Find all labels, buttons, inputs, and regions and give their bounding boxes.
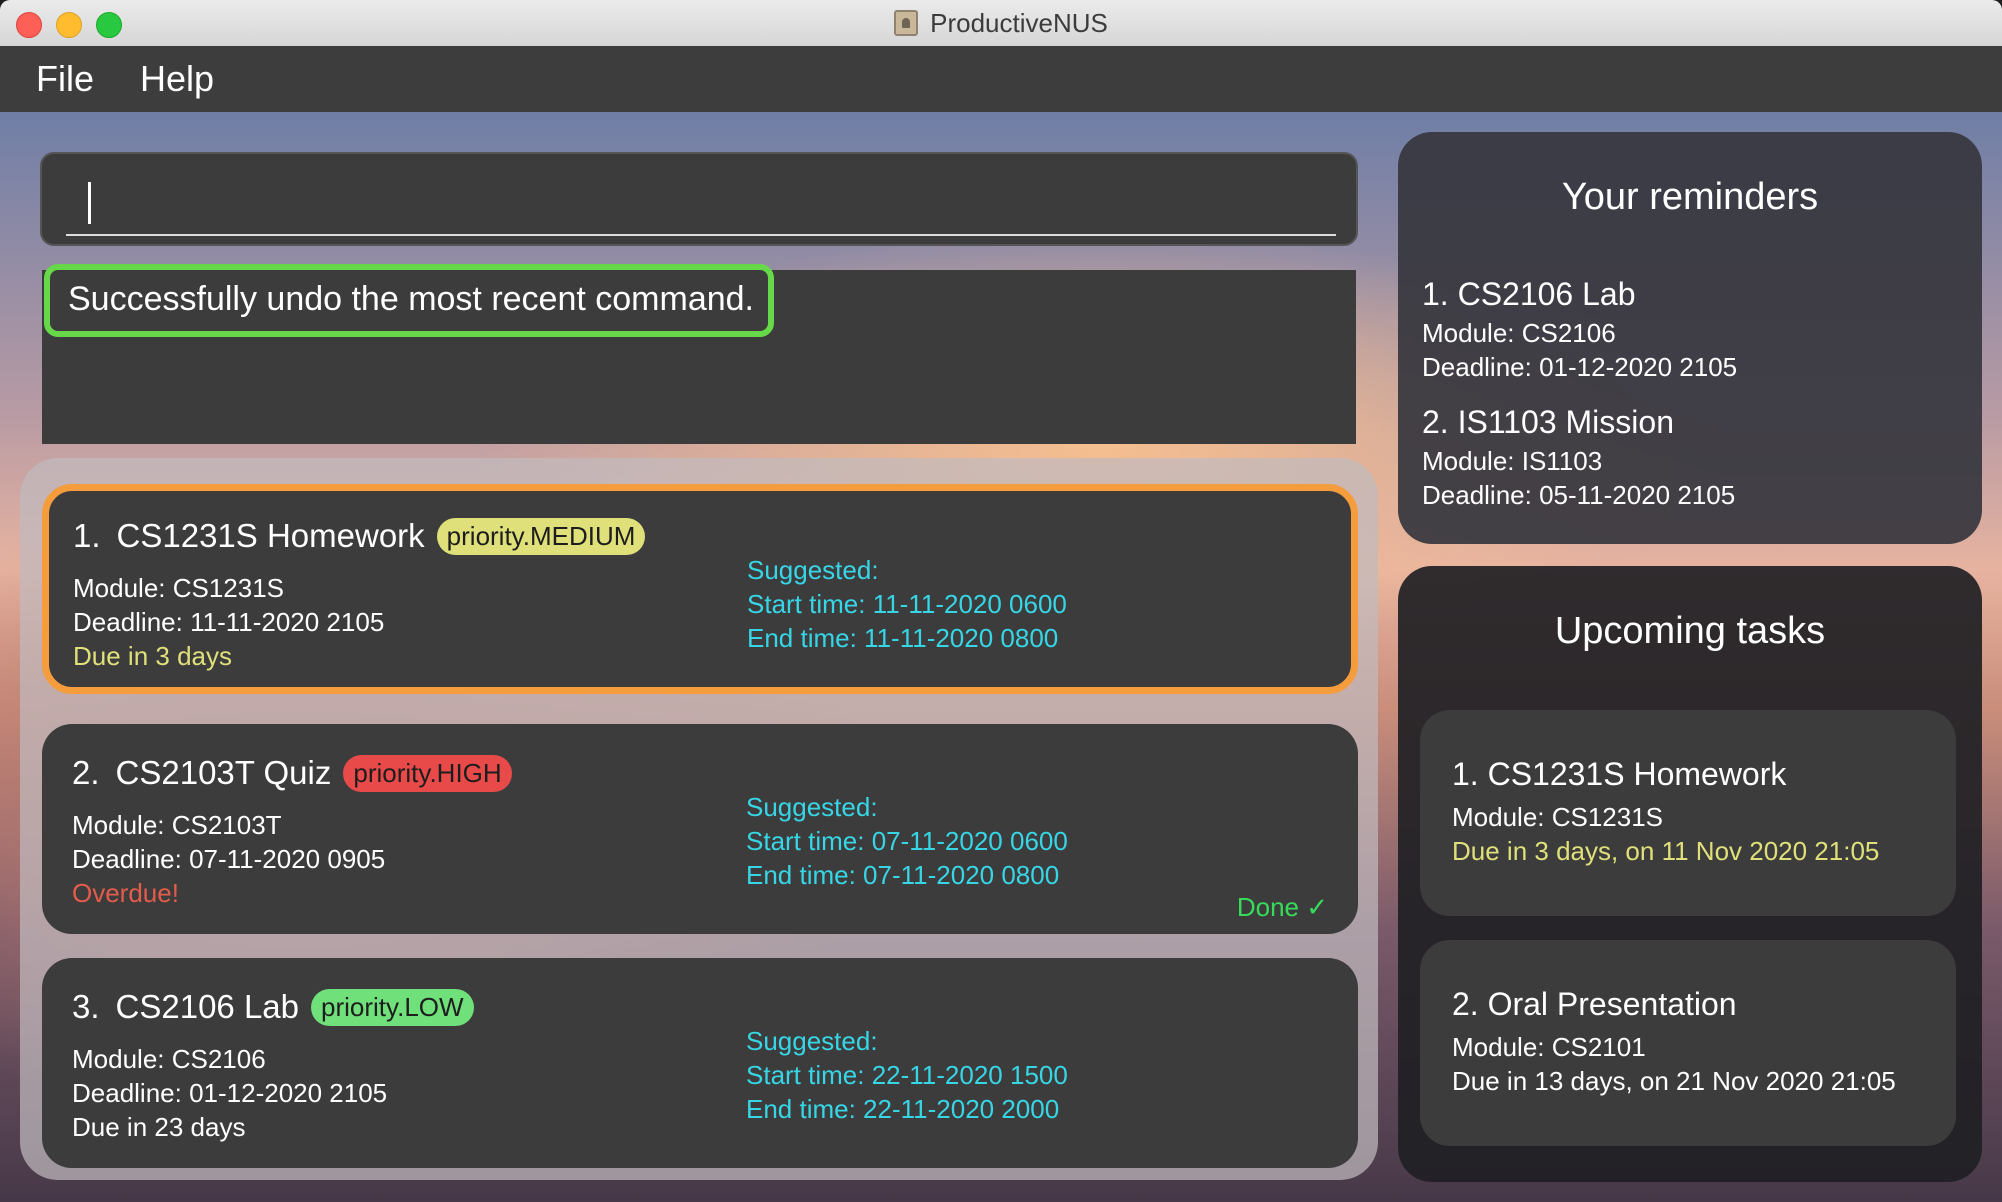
task-list-panel[interactable]: 1. CS1231S Homework priority.MEDIUM Modu… — [20, 458, 1378, 1180]
menu-bar: File Help — [0, 46, 2002, 112]
priority-badge: priority.LOW — [311, 988, 474, 1026]
app-window: ProductiveNUS File Help Successfully und… — [0, 0, 2002, 1202]
task-due-status: Due in 3 days — [73, 641, 232, 671]
suggested-label: Suggested: — [746, 792, 878, 822]
task-deadline: Deadline: 11-11-2020 2105 — [73, 607, 385, 637]
title-bar: ProductiveNUS — [0, 0, 2002, 47]
suggested-label: Suggested: — [747, 555, 879, 585]
suggested-end: End time: 07-11-2020 0800 — [746, 860, 1060, 890]
suggested-end: End time: 11-11-2020 0800 — [747, 623, 1059, 653]
reminders-title: Your reminders — [1561, 176, 1819, 218]
task-module: Module: CS1231S — [73, 573, 285, 603]
window-title-group: ProductiveNUS — [894, 8, 1108, 39]
task-name: CS2106 Lab — [115, 988, 300, 1025]
task-title: 1. CS1231S Homework priority.MEDIUM — [73, 517, 646, 555]
priority-badge: priority.MEDIUM — [436, 517, 646, 555]
task-card-2[interactable]: 2. CS2103T Quiz priority.HIGH Module: CS… — [42, 724, 1358, 934]
suggested-label: Suggested: — [746, 1026, 878, 1056]
upcoming-item-title: 1. CS1231S Homework — [1452, 756, 1787, 792]
task-due-status: Due in 23 days — [72, 1112, 246, 1142]
upcoming-item-module: Module: CS2101 — [1452, 1032, 1646, 1062]
task-deadline: Deadline: 07-11-2020 0905 — [72, 844, 386, 874]
upcoming-item-module: Module: CS1231S — [1452, 802, 1664, 832]
task-index: 3. — [72, 988, 100, 1025]
task-index: 2. — [72, 754, 100, 791]
task-index: 1. — [73, 517, 101, 554]
task-title: 3. CS2106 Lab priority.LOW — [72, 988, 474, 1026]
task-card-1[interactable]: 1. CS1231S Homework priority.MEDIUM Modu… — [42, 484, 1358, 694]
reminder-item-title: 2. IS1103 Mission — [1422, 404, 1674, 440]
reminder-item-deadline: Deadline: 01-12-2020 2105 — [1422, 352, 1738, 382]
priority-badge: priority.HIGH — [343, 754, 512, 792]
suggested-end: End time: 22-11-2020 2000 — [746, 1094, 1060, 1124]
suggested-start: Start time: 22-11-2020 1500 — [746, 1060, 1068, 1090]
task-module: Module: CS2106 — [72, 1044, 266, 1074]
menu-help[interactable]: Help — [140, 58, 214, 100]
upcoming-card-1[interactable]: 1. CS1231S Homework Module: CS1231S Due … — [1420, 710, 1956, 916]
reminders-panel: Your reminders 1. CS2106 Lab Module: CS2… — [1398, 132, 1982, 544]
command-underline — [66, 234, 1336, 236]
result-message: Successfully undo the most recent comman… — [44, 264, 774, 337]
reminder-item-deadline: Deadline: 05-11-2020 2105 — [1422, 480, 1736, 510]
reminder-item-module: Module: CS2106 — [1422, 318, 1616, 348]
close-window-button[interactable] — [16, 12, 42, 38]
task-name: CS1231S Homework — [116, 517, 425, 554]
suggested-start: Start time: 07-11-2020 0600 — [746, 826, 1068, 856]
upcoming-title: Upcoming tasks — [1554, 610, 1826, 652]
task-due-status: Overdue! — [72, 878, 179, 908]
upcoming-tasks-panel: Upcoming tasks 1. CS1231S Homework Modul… — [1398, 566, 1982, 1182]
upcoming-item-due: Due in 13 days, on 21 Nov 2020 21:05 — [1452, 1066, 1896, 1096]
result-display: Successfully undo the most recent comman… — [42, 264, 1356, 444]
task-title: 2. CS2103T Quiz priority.HIGH — [72, 754, 512, 792]
window-title: ProductiveNUS — [930, 7, 1108, 38]
reminder-item-module: Module: IS1103 — [1422, 446, 1603, 476]
app-icon — [894, 10, 919, 36]
task-card-3[interactable]: 3. CS2106 Lab priority.LOW Module: CS210… — [42, 958, 1358, 1168]
task-deadline: Deadline: 01-12-2020 2105 — [72, 1078, 388, 1108]
task-module: Module: CS2103T — [72, 810, 282, 840]
upcoming-item-due: Due in 3 days, on 11 Nov 2020 21:05 — [1452, 836, 1880, 866]
maximize-window-button[interactable] — [96, 12, 122, 38]
menu-file[interactable]: File — [36, 58, 94, 100]
suggested-start: Start time: 11-11-2020 0600 — [747, 589, 1067, 619]
minimize-window-button[interactable] — [56, 12, 82, 38]
text-caret — [88, 182, 91, 224]
done-indicator: Done ✓ — [1236, 892, 1328, 922]
upcoming-item-title: 2. Oral Presentation — [1452, 986, 1737, 1022]
reminder-item-title: 1. CS2106 Lab — [1422, 276, 1636, 312]
upcoming-card-2[interactable]: 2. Oral Presentation Module: CS2101 Due … — [1420, 940, 1956, 1146]
task-name: CS2103T Quiz — [115, 754, 332, 791]
command-box[interactable] — [40, 152, 1358, 246]
